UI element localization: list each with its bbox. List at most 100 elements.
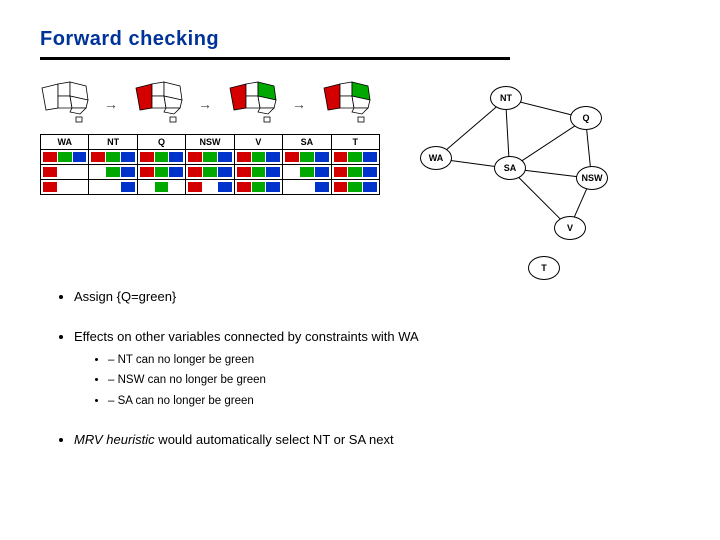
domain-color-r (285, 152, 299, 162)
domain-color-e (300, 182, 314, 192)
domain-color-r (188, 182, 202, 192)
domain-color-b (266, 182, 280, 192)
domain-color-b (315, 182, 329, 192)
domain-color-e (106, 182, 120, 192)
table-cell (332, 150, 379, 164)
domain-color-b (218, 167, 232, 177)
domain-color-b (266, 152, 280, 162)
domain-color-r (334, 152, 348, 162)
domain-color-r (237, 167, 251, 177)
domain-figure: → → → WANTQNSWVSAT (40, 78, 380, 258)
domain-color-r (43, 152, 57, 162)
graph-node-wa: WA (420, 146, 452, 170)
domain-color-b (315, 167, 329, 177)
domain-color-r (334, 182, 348, 192)
sub-nsw: NSW can no longer be green (108, 372, 680, 388)
table-cell (186, 150, 234, 164)
domain-color-g (203, 152, 217, 162)
domain-color-b (363, 152, 377, 162)
domain-color-g (300, 152, 314, 162)
domain-color-b (169, 152, 183, 162)
bullet3-prefix: MRV heuristic (74, 432, 155, 447)
table-cell (332, 165, 379, 179)
domain-color-b (218, 182, 232, 192)
australia-map-1: → (134, 78, 192, 124)
table-header: T (332, 135, 379, 149)
domain-color-r (237, 152, 251, 162)
table-cell (235, 165, 283, 179)
constraint-graph: WA NT SA Q NSW V T (420, 78, 620, 258)
graph-node-v: V (554, 216, 586, 240)
bullet1-prefix: Assign (74, 289, 117, 304)
domain-color-b (121, 167, 135, 177)
table-cell (186, 165, 234, 179)
domain-color-b (169, 167, 183, 177)
table-header: SA (283, 135, 331, 149)
domain-color-g (348, 167, 362, 177)
page-title: Forward checking (40, 28, 680, 51)
domain-color-g (252, 152, 266, 162)
domain-color-e (91, 182, 105, 192)
table-cell (138, 150, 186, 164)
australia-map-2: → (228, 78, 286, 124)
domain-color-b (363, 182, 377, 192)
table-cell (41, 165, 89, 179)
arrow-icon: → (292, 96, 306, 112)
domain-color-r (140, 167, 154, 177)
domain-color-e (203, 182, 217, 192)
table-header: V (235, 135, 283, 149)
bullet-list: Assign {Q=green} Effects on other variab… (40, 288, 680, 449)
arrow-icon: → (104, 96, 118, 112)
maps-row: → → → (40, 78, 380, 124)
domain-table: WANTQNSWVSAT (40, 134, 380, 195)
sub-nt: NT can no longer be green (108, 352, 680, 368)
table-cell (186, 180, 234, 194)
graph-node-nsw: NSW (576, 166, 608, 190)
domain-color-b (73, 152, 87, 162)
domain-color-r (43, 182, 57, 192)
domain-color-e (73, 182, 87, 192)
table-header: WA (41, 135, 89, 149)
domain-color-r (188, 167, 202, 177)
domain-color-r (43, 167, 57, 177)
table-cell (283, 180, 331, 194)
domain-color-b (363, 167, 377, 177)
domain-color-g (348, 152, 362, 162)
domain-color-r (188, 152, 202, 162)
bullet-effects: Effects on other variables connected by … (74, 328, 680, 408)
table-row (41, 179, 379, 194)
domain-color-e (169, 182, 183, 192)
domain-color-b (218, 152, 232, 162)
domain-color-g (155, 152, 169, 162)
domain-color-r (91, 152, 105, 162)
domain-color-g (106, 152, 120, 162)
table-cell (235, 150, 283, 164)
table-cell (89, 150, 137, 164)
table-row (41, 149, 379, 164)
australia-map-3 (322, 78, 380, 124)
domain-color-g (155, 167, 169, 177)
domain-color-e (91, 167, 105, 177)
table-header: NT (89, 135, 137, 149)
table-cell (89, 165, 137, 179)
table-cell (41, 180, 89, 194)
table-header: NSW (186, 135, 234, 149)
title-divider (40, 57, 510, 60)
sub-sa: SA can no longer be green (108, 393, 680, 409)
table-header: Q (138, 135, 186, 149)
domain-color-g (348, 182, 362, 192)
domain-color-r (140, 152, 154, 162)
domain-color-r (334, 167, 348, 177)
domain-color-e (58, 167, 72, 177)
graph-node-nt: NT (490, 86, 522, 110)
graph-node-sa: SA (494, 156, 526, 180)
table-cell (41, 150, 89, 164)
table-cell (283, 150, 331, 164)
table-cell (138, 180, 186, 194)
domain-color-g (252, 167, 266, 177)
table-cell (89, 180, 137, 194)
table-cell (332, 180, 379, 194)
domain-color-e (58, 182, 72, 192)
domain-color-b (266, 167, 280, 177)
table-row (41, 164, 379, 179)
